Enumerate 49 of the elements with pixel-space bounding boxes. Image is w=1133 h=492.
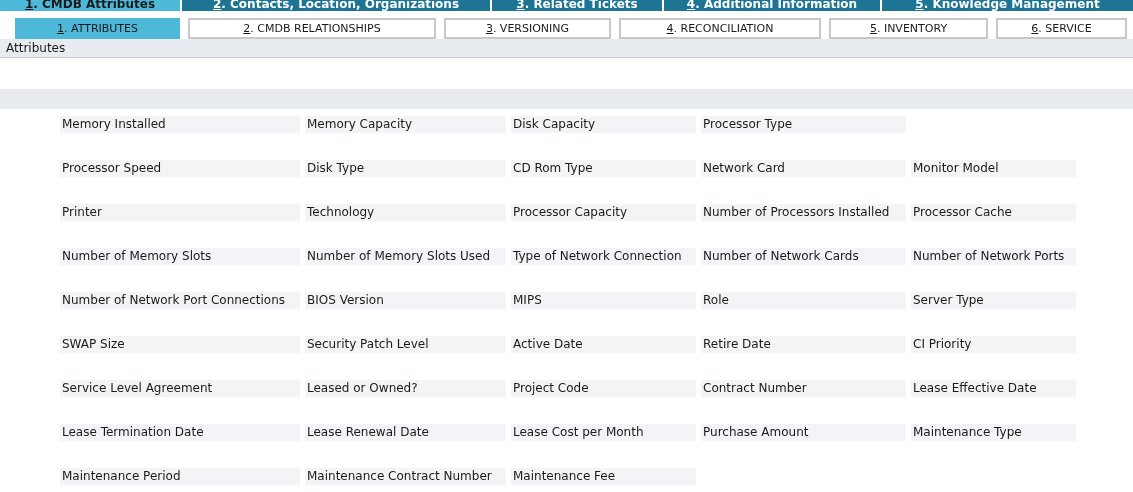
field-label: Processor Speed bbox=[60, 160, 300, 177]
field-label: Active Date bbox=[511, 336, 696, 353]
field-label: Retire Date bbox=[701, 336, 906, 353]
sub-tab[interactable]: 6. SERVICE bbox=[996, 18, 1127, 39]
field-label: Maintenance Type bbox=[911, 424, 1076, 441]
field-label: Type of Network Connection bbox=[511, 248, 696, 265]
sub-tab[interactable]: 5. INVENTORY bbox=[829, 18, 988, 39]
field-label: Maintenance Fee bbox=[511, 468, 696, 485]
field-label: Lease Effective Date bbox=[911, 380, 1076, 397]
field-label: Number of Memory Slots bbox=[60, 248, 300, 265]
field-label: Service Level Agreement bbox=[60, 380, 300, 397]
field-label: Maintenance Contract Number bbox=[305, 468, 506, 485]
field-label: Maintenance Period bbox=[60, 468, 300, 485]
field-label: Processor Cache bbox=[911, 204, 1076, 221]
field-label: Technology bbox=[305, 204, 506, 221]
field-label: Leased or Owned? bbox=[305, 380, 506, 397]
field-label: Memory Installed bbox=[60, 116, 300, 133]
field-label: Processor Capacity bbox=[511, 204, 696, 221]
field-label: MIPS bbox=[511, 292, 696, 309]
field-label: Server Type bbox=[911, 292, 1076, 309]
field-label: Number of Memory Slots Used bbox=[305, 248, 506, 265]
field-label: Monitor Model bbox=[911, 160, 1076, 177]
field-label: Purchase Amount bbox=[701, 424, 906, 441]
field-label: Number of Processors Installed bbox=[701, 204, 906, 221]
sub-tab[interactable]: 1. ATTRIBUTES bbox=[15, 18, 180, 39]
field-label: Printer bbox=[60, 204, 300, 221]
field-label: Role bbox=[701, 292, 906, 309]
field-label: Contract Number bbox=[701, 380, 906, 397]
field-label: Number of Network Ports bbox=[911, 248, 1076, 265]
field-label: CD Rom Type bbox=[511, 160, 696, 177]
field-label: Disk Capacity bbox=[511, 116, 696, 133]
field-label: Number of Network Port Connections bbox=[60, 292, 300, 309]
sub-tab[interactable]: 4. RECONCILIATION bbox=[619, 18, 821, 39]
field-label: Security Patch Level bbox=[305, 336, 506, 353]
field-label: SWAP Size bbox=[60, 336, 300, 353]
field-label: Processor Type bbox=[701, 116, 906, 133]
field-label: Network Card bbox=[701, 160, 906, 177]
section-title: Attributes bbox=[6, 41, 66, 55]
field-label: Lease Renewal Date bbox=[305, 424, 506, 441]
field-label: Lease Termination Date bbox=[60, 424, 300, 441]
field-label: BIOS Version bbox=[305, 292, 506, 309]
field-label: Disk Type bbox=[305, 160, 506, 177]
sub-tab[interactable]: 2. CMDB RELATIONSHIPS bbox=[188, 18, 436, 39]
sub-tab[interactable]: 3. VERSIONING bbox=[444, 18, 611, 39]
field-label: Number of Network Cards bbox=[701, 248, 906, 265]
field-label: Project Code bbox=[511, 380, 696, 397]
field-label: Lease Cost per Month bbox=[511, 424, 696, 441]
field-label: CI Priority bbox=[911, 336, 1076, 353]
field-label: Memory Capacity bbox=[305, 116, 506, 133]
